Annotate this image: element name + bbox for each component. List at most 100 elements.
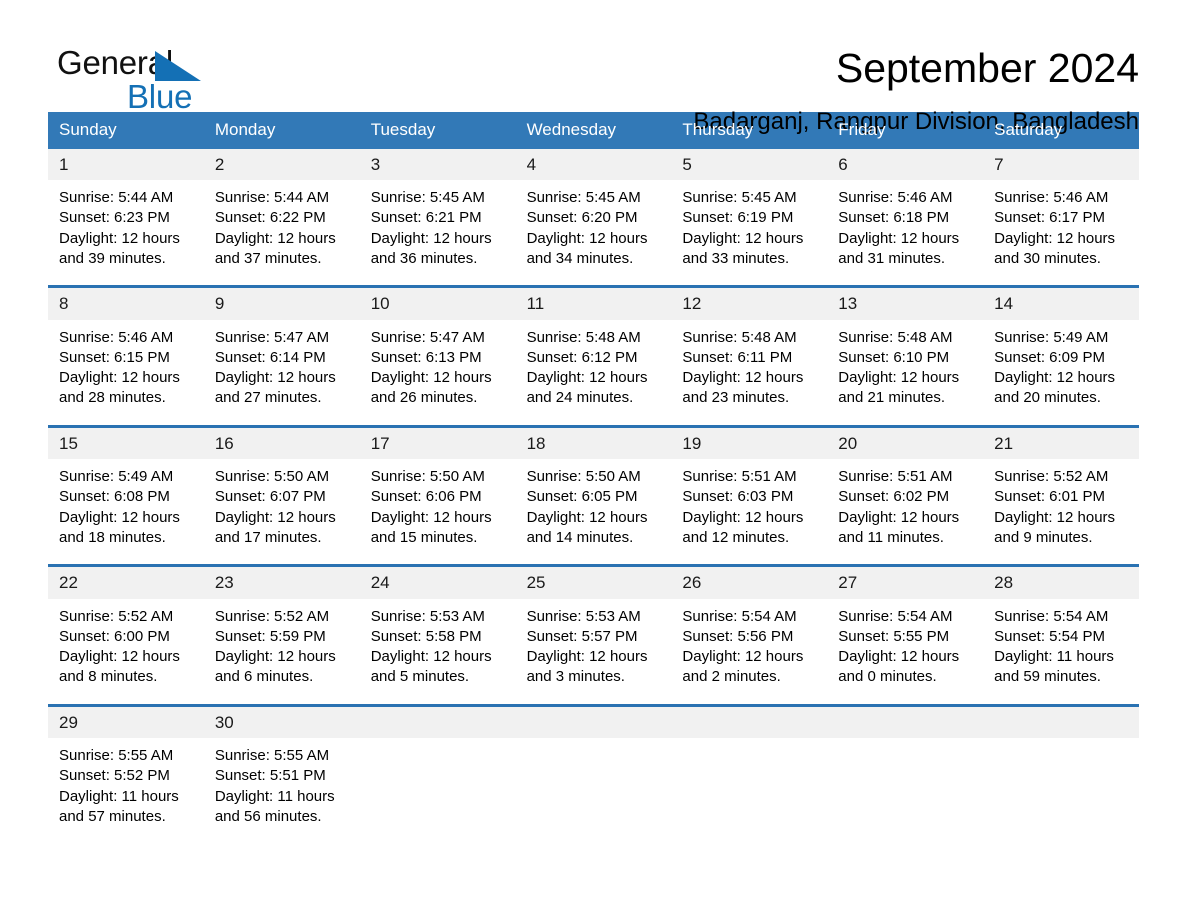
day-cell[interactable]: Sunrise: 5:47 AM Sunset: 6:13 PM Daylight:…: [360, 320, 516, 425]
day-cell[interactable]: Sunrise: 5:55 AM Sunset: 5:51 PM Daylight:…: [204, 738, 360, 843]
day-number[interactable]: 27: [827, 567, 983, 599]
day-daylight-line-text: Daylight: 12 hours: [370, 369, 492, 387]
day-cell[interactable]: Sunrise: 5:54 AM Sunset: 5:56 PM Daylight:…: [671, 599, 827, 704]
day-cell[interactable]: Sunrise: 5:54 AM Sunset: 5:55 PM Daylight:…: [827, 599, 983, 704]
week-day-number-band: 29 30: [48, 706, 1139, 739]
week-detail-band: Sunrise: 5:55 AM Sunset: 5:52 PM Daylight:…: [48, 738, 1139, 844]
day-daylight-line-text: Daylight: 12 hours: [838, 648, 960, 666]
day-cell[interactable]: Sunrise: 5:51 AM Sunset: 6:02 PM Daylight:…: [827, 459, 983, 564]
day-number[interactable]: 5: [671, 149, 827, 181]
day-number-empty: [671, 707, 827, 739]
day-number[interactable]: 12: [671, 288, 827, 320]
day-cell[interactable]: Sunrise: 5:45 AM Sunset: 6:21 PM Daylight:…: [360, 180, 516, 285]
day-number[interactable]: 25: [516, 567, 672, 599]
day-number[interactable]: 9: [204, 288, 360, 320]
day-number[interactable]: 8: [48, 288, 204, 320]
day-number[interactable]: 3: [360, 149, 516, 181]
day-cell-empty: [671, 738, 827, 843]
day-cell[interactable]: Sunrise: 5:52 AM Sunset: 6:00 PM Daylight:…: [48, 599, 204, 704]
day-daylight-line-text: and 24 minutes.: [526, 389, 634, 407]
day-number[interactable]: 23: [204, 567, 360, 599]
day-number[interactable]: 11: [516, 288, 672, 320]
day-cell[interactable]: Sunrise: 5:44 AM Sunset: 6:23 PM Daylight:…: [48, 180, 204, 285]
day-daylight-line-text: and 14 minutes.: [526, 528, 634, 546]
day-cell[interactable]: Sunrise: 5:48 AM Sunset: 6:10 PM Daylight:…: [827, 320, 983, 425]
day-cell[interactable]: Sunrise: 5:49 AM Sunset: 6:08 PM Daylight:…: [48, 459, 204, 564]
day-sunset-text: Sunset: 6:08 PM: [59, 488, 170, 506]
day-number[interactable]: 18: [516, 428, 672, 460]
day-daylight-line-text: and 27 minutes.: [214, 389, 322, 407]
day-number[interactable]: 2: [204, 149, 360, 181]
day-daylight-line-text: and 36 minutes.: [370, 249, 478, 267]
day-number[interactable]: 24: [360, 567, 516, 599]
day-daylight-line-text: Daylight: 12 hours: [214, 508, 336, 526]
day-cell[interactable]: Sunrise: 5:44 AM Sunset: 6:22 PM Daylight:…: [204, 180, 360, 285]
day-cell[interactable]: Sunrise: 5:52 AM Sunset: 5:59 PM Daylight:…: [204, 599, 360, 704]
day-number[interactable]: 26: [671, 567, 827, 599]
day-daylight-line-text: Daylight: 12 hours: [526, 508, 648, 526]
calendar-week-row: 29 30 Sunrise: 5:55 AM Sunset: 5:52 PM Dayli…: [48, 703, 1139, 844]
day-cell[interactable]: Sunrise: 5:50 AM Sunset: 6:05 PM Daylight:…: [516, 459, 672, 564]
day-sunrise-text: Sunrise: 5:46 AM: [994, 189, 1109, 207]
day-cell[interactable]: Sunrise: 5:53 AM Sunset: 5:57 PM Daylight:…: [516, 599, 672, 704]
day-number[interactable]: 19: [671, 428, 827, 460]
day-daylight-line-text: and 57 minutes.: [59, 807, 166, 825]
day-sunset-text: Sunset: 6:07 PM: [214, 488, 326, 506]
day-cell[interactable]: Sunrise: 5:51 AM Sunset: 6:03 PM Daylight:…: [671, 459, 827, 564]
day-number[interactable]: 17: [360, 428, 516, 460]
day-cell[interactable]: Sunrise: 5:46 AM Sunset: 6:15 PM Daylight:…: [48, 320, 204, 425]
day-daylight-line-text: and 12 minutes.: [682, 528, 790, 546]
day-daylight-line-text: and 23 minutes.: [682, 389, 790, 407]
general-blue-logo: General Blue: [57, 46, 217, 116]
day-number[interactable]: 13: [827, 288, 983, 320]
day-cell[interactable]: Sunrise: 5:45 AM Sunset: 6:20 PM Daylight:…: [516, 180, 672, 285]
day-cell[interactable]: Sunrise: 5:48 AM Sunset: 6:11 PM Daylight:…: [671, 320, 827, 425]
day-cell[interactable]: Sunrise: 5:45 AM Sunset: 6:19 PM Daylight:…: [671, 180, 827, 285]
day-daylight-line-text: Daylight: 12 hours: [994, 508, 1116, 526]
day-number[interactable]: 20: [827, 428, 983, 460]
day-sunset-text: Sunset: 5:55 PM: [838, 627, 950, 645]
day-number[interactable]: 10: [360, 288, 516, 320]
day-number[interactable]: 7: [983, 149, 1139, 181]
day-daylight-line-text: and 59 minutes.: [994, 668, 1101, 686]
week-day-number-band: 22 23 24 25 26 27 28: [48, 567, 1139, 599]
day-number[interactable]: 29: [48, 707, 204, 739]
day-number[interactable]: 4: [516, 149, 672, 181]
day-number[interactable]: 6: [827, 149, 983, 181]
page-title: September 2024: [835, 45, 1139, 91]
day-sunrise-text: Sunrise: 5:52 AM: [214, 607, 330, 625]
day-number[interactable]: 1: [48, 149, 204, 181]
day-cell[interactable]: Sunrise: 5:50 AM Sunset: 6:06 PM Daylight:…: [360, 459, 516, 564]
day-sunrise-text: Sunrise: 5:50 AM: [214, 468, 330, 486]
day-cell[interactable]: Sunrise: 5:48 AM Sunset: 6:12 PM Daylight:…: [516, 320, 672, 425]
day-number[interactable]: 15: [48, 428, 204, 460]
day-sunrise-text: Sunrise: 5:45 AM: [682, 189, 797, 207]
day-cell[interactable]: Sunrise: 5:53 AM Sunset: 5:58 PM Daylight:…: [360, 599, 516, 704]
day-number[interactable]: 28: [983, 567, 1139, 599]
day-daylight-line-text: and 2 minutes.: [682, 668, 781, 686]
calendar-weeks: 1 2 3 4 5 6 7 Sunrise: 5:44 AM Sunset: 6:23 PM Da…: [48, 148, 1139, 844]
day-cell[interactable]: Sunrise: 5:46 AM Sunset: 6:18 PM Daylight:…: [827, 180, 983, 285]
day-daylight-line-text: and 30 minutes.: [994, 249, 1101, 267]
day-cell[interactable]: Sunrise: 5:50 AM Sunset: 6:07 PM Daylight:…: [204, 459, 360, 564]
day-daylight-line-text: Daylight: 12 hours: [214, 229, 336, 247]
day-daylight-line-text: and 20 minutes.: [994, 389, 1101, 407]
day-daylight-line-text: and 37 minutes.: [214, 249, 322, 267]
day-sunset-text: Sunset: 6:01 PM: [994, 488, 1106, 506]
weekday-saturday: Saturday: [994, 120, 1063, 139]
day-cell[interactable]: Sunrise: 5:52 AM Sunset: 6:01 PM Daylight:…: [983, 459, 1139, 564]
day-cell[interactable]: Sunrise: 5:55 AM Sunset: 5:52 PM Daylight:…: [48, 738, 204, 843]
day-number[interactable]: 30: [204, 707, 360, 739]
day-cell[interactable]: Sunrise: 5:46 AM Sunset: 6:17 PM Daylight:…: [983, 180, 1139, 285]
day-number[interactable]: 14: [983, 288, 1139, 320]
day-cell[interactable]: Sunrise: 5:54 AM Sunset: 5:54 PM Daylight:…: [983, 599, 1139, 704]
day-number[interactable]: 21: [983, 428, 1139, 460]
day-cell[interactable]: Sunrise: 5:49 AM Sunset: 6:09 PM Daylight:…: [983, 320, 1139, 425]
day-daylight-line-text: Daylight: 12 hours: [994, 229, 1116, 247]
day-cell[interactable]: Sunrise: 5:47 AM Sunset: 6:14 PM Daylight:…: [204, 320, 360, 425]
day-number[interactable]: 22: [48, 567, 204, 599]
day-daylight-line-text: Daylight: 12 hours: [59, 229, 180, 247]
day-sunrise-text: Sunrise: 5:54 AM: [838, 607, 953, 625]
day-number[interactable]: 16: [204, 428, 360, 460]
day-daylight-line-text: and 0 minutes.: [838, 668, 937, 686]
